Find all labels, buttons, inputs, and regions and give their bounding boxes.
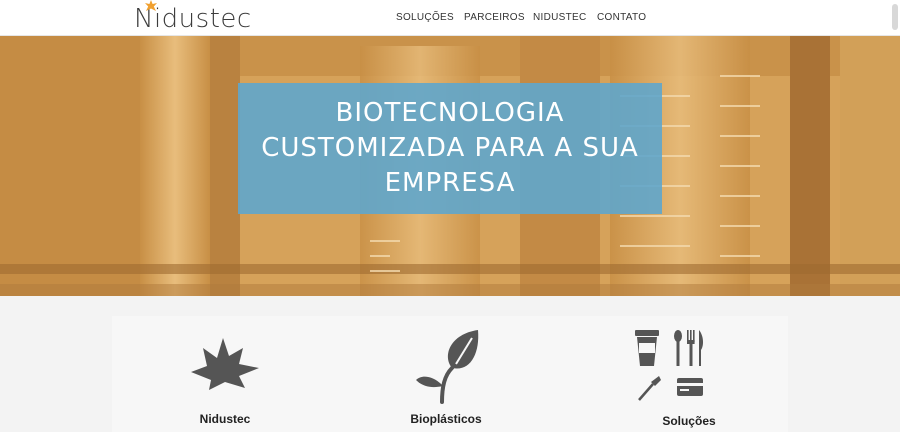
feature-label-nidustec: Nidustec bbox=[199, 412, 251, 426]
solutions-icon bbox=[635, 330, 704, 401]
feature-label-solucoes: Soluções bbox=[662, 414, 716, 428]
hero-headline-line-3: EMPRESA bbox=[384, 168, 516, 198]
nav-item-parceiros[interactable]: PARCEIROS bbox=[464, 12, 525, 23]
hero-headline-line-1: BIOTECNOLOGIA bbox=[335, 98, 565, 128]
nav-item-nidustec[interactable]: NIDUSTEC bbox=[533, 12, 587, 23]
features-section: Nidustec Bioplásticos Soluções bbox=[0, 296, 900, 432]
site-header: Nidustec SOLUÇÕES PARCEIROS NIDUSTEC CON… bbox=[0, 0, 900, 36]
scrollbar[interactable] bbox=[892, 4, 898, 30]
leaf-sprout-icon bbox=[416, 330, 479, 404]
hero-headline-line-2: CUSTOMIZADA PARA A SUA bbox=[261, 133, 639, 163]
hero-headline-box: BIOTECNOLOGIA CUSTOMIZADA PARA A SUA EMP… bbox=[238, 83, 662, 214]
nav-item-contato[interactable]: CONTATO bbox=[597, 12, 646, 23]
nidustec-leaf-star-icon bbox=[191, 338, 259, 390]
logo-star-icon bbox=[145, 0, 157, 11]
feature-label-bioplasticos: Bioplásticos bbox=[410, 412, 482, 426]
nav-item-solucoes[interactable]: SOLUÇÕES bbox=[396, 12, 454, 23]
hero-section: BIOTECNOLOGIA CUSTOMIZADA PARA A SUA EMP… bbox=[0, 36, 900, 296]
logo[interactable]: Nidustec bbox=[134, 0, 252, 34]
